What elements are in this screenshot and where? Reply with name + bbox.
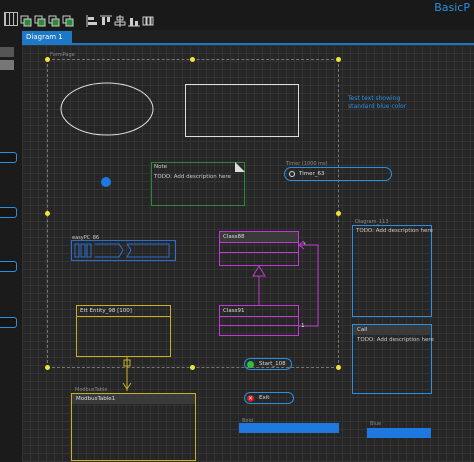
blue-text-label[interactable]: Test text showing standard blue color: [348, 95, 428, 111]
align-top-icon[interactable]: [100, 12, 112, 25]
resize-handle[interactable]: [336, 211, 341, 216]
multiplicity-one: 1: [301, 323, 305, 329]
resize-handle[interactable]: [45, 365, 50, 370]
align-bottom-icon[interactable]: [128, 12, 140, 27]
divider: [77, 316, 170, 317]
resize-handle[interactable]: [45, 57, 50, 62]
bold-bar[interactable]: [239, 423, 339, 433]
panel-tab[interactable]: [0, 317, 17, 328]
resize-handle[interactable]: [190, 365, 195, 370]
entity-box[interactable]: Ett Entity_98 [100]: [76, 305, 171, 357]
start-label: Start_108: [259, 361, 286, 367]
left-panel: [0, 30, 22, 462]
blue-dot[interactable]: [101, 177, 111, 187]
start-icon: [247, 361, 254, 368]
exit-node[interactable]: × Exit: [244, 392, 294, 404]
note-body: TODO: Add description here: [154, 174, 231, 180]
multiplicity-star: *: [303, 242, 306, 248]
panel-tab[interactable]: [0, 261, 17, 272]
resize-handle[interactable]: [45, 211, 50, 216]
panel-tab[interactable]: [0, 152, 17, 163]
blue-bar[interactable]: [367, 428, 431, 438]
exit-icon: ×: [247, 395, 254, 402]
resize-handle[interactable]: [336, 57, 341, 62]
ellipse-shape[interactable]: [60, 82, 160, 138]
note-fold-icon: [235, 162, 245, 172]
modbus-box[interactable]: ModbusTable1: [71, 393, 196, 461]
app-title: BasicP: [434, 1, 470, 14]
clock-icon: [289, 171, 295, 177]
grid-icon[interactable]: [4, 12, 18, 26]
call-body: TODO: Add description here: [357, 337, 434, 343]
note-box[interactable]: Note TODO: Add description here: [151, 162, 245, 206]
align-left-icon[interactable]: [86, 12, 98, 27]
panel-button[interactable]: [0, 60, 14, 70]
note-title: Note: [154, 164, 168, 170]
timer-label: Timer_63: [299, 171, 325, 177]
form-page-label: FormPage: [50, 52, 75, 58]
easypc-component[interactable]: [71, 240, 177, 262]
rectangle-shape[interactable]: [185, 84, 299, 137]
resize-handle[interactable]: [336, 365, 341, 370]
panel-tab[interactable]: [0, 207, 17, 218]
diagram113-body: TODO: Add description here: [356, 228, 433, 234]
copy-icon[interactable]: [62, 12, 74, 27]
start-node[interactable]: Start_108: [244, 358, 292, 370]
bar2-caption: Blue: [370, 421, 382, 427]
entity-title: Ett Entity_98 [100]: [80, 308, 132, 314]
copy-icon[interactable]: [34, 12, 46, 27]
copy-icon[interactable]: [20, 12, 32, 27]
modbus-title: ModbusTable1: [76, 396, 116, 402]
exit-label: Exit: [259, 395, 270, 401]
panel-button[interactable]: [0, 47, 14, 57]
diagram113-box[interactable]: TODO: Add description here: [352, 225, 433, 317]
call-title: Call: [357, 327, 368, 333]
align-center-icon[interactable]: [114, 12, 126, 27]
entity-connector[interactable]: [120, 357, 134, 393]
timer-element[interactable]: Timer_63: [284, 167, 392, 181]
resize-handle[interactable]: [190, 57, 195, 62]
toolbar: BasicP: [0, 0, 474, 30]
uml-connectors[interactable]: [240, 240, 330, 340]
call-box[interactable]: Call TODO: Add description here: [352, 324, 434, 394]
copy-icon[interactable]: [48, 12, 60, 27]
tab-diagram-1[interactable]: Diagram 1: [22, 31, 72, 43]
distribute-icon[interactable]: [142, 12, 154, 26]
